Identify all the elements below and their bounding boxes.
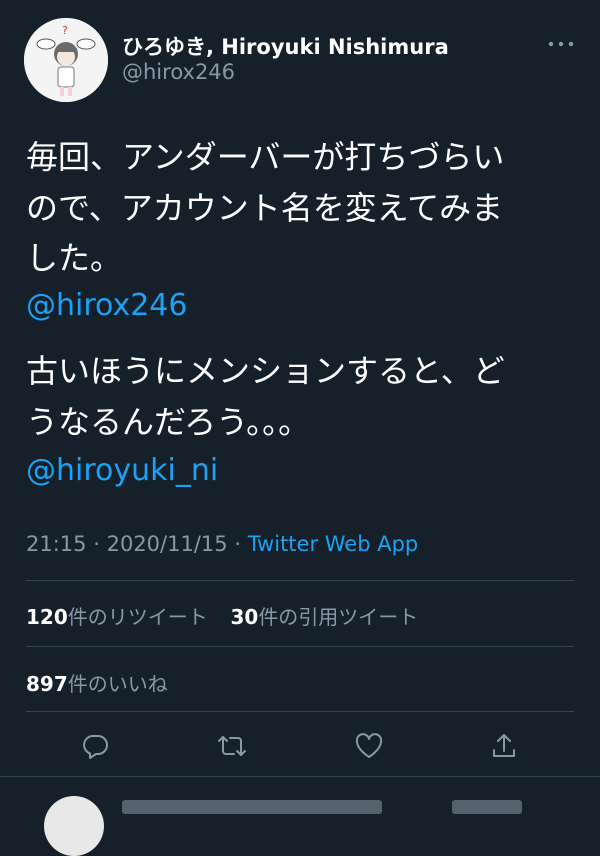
tweet-text-line-2: ので、アカウント名を変えてみま [26, 189, 504, 227]
retweets-count: 120 [26, 605, 68, 629]
mention-link-hiroyuki-ni[interactable]: @hiroyuki_ni [26, 453, 218, 488]
likes-count: 897 [26, 672, 68, 696]
divider [0, 776, 600, 777]
retweets-label: 件のリツイート [67, 605, 208, 629]
retweet-icon[interactable] [212, 726, 252, 766]
obscured-text [452, 800, 522, 814]
divider [26, 711, 574, 712]
tweet-detail: ? ひろゆき, Hiroyuki Nishimura @hirox246 毎回、… [0, 0, 600, 856]
meta-separator: · [93, 532, 100, 556]
divider [26, 646, 574, 647]
likes-label: 件のいいね [67, 672, 168, 696]
tweet-source-link[interactable]: Twitter Web App [248, 532, 419, 556]
retweets-stat[interactable]: 120件のリツイート [26, 605, 208, 629]
heart-icon[interactable] [349, 726, 389, 766]
obscured-text [122, 800, 382, 814]
reply-icon[interactable] [75, 726, 115, 766]
avatar-illustration: ? [24, 18, 108, 102]
tweet-text-line-4: 古いほうにメンションすると、ど [26, 352, 505, 390]
tweet-text-line-3: した。 [26, 239, 123, 277]
retweet-quote-stats: 120件のリツイート 30件の引用ツイート [26, 601, 418, 630]
next-tweet-preview[interactable] [0, 786, 600, 856]
user-handle[interactable]: @hirox246 [122, 60, 235, 84]
avatar[interactable]: ? [24, 18, 108, 102]
tweet-date: 2020/11/15 [106, 532, 228, 556]
tweet-time: 21:15 [26, 532, 87, 556]
tweet-text-line-5: うなるんだろう。。。 [26, 403, 311, 441]
quotes-count: 30 [230, 605, 259, 629]
tweet-action-bar [0, 726, 600, 770]
more-dots-icon[interactable] [546, 34, 576, 54]
svg-text:?: ? [62, 24, 68, 37]
mention-link-hirox246[interactable]: @hirox246 [26, 288, 187, 323]
tweet-text-line-1: 毎回、アンダーバーが打ちづらい [26, 138, 505, 176]
share-icon[interactable] [484, 726, 524, 766]
avatar [44, 796, 104, 856]
quotes-label: 件の引用ツイート [258, 605, 419, 629]
tweet-meta: 21:15 · 2020/11/15 · Twitter Web App [26, 532, 418, 556]
quotes-stat[interactable]: 30件の引用ツイート [230, 605, 418, 629]
display-name[interactable]: ひろゆき, Hiroyuki Nishimura [122, 31, 449, 61]
meta-separator: · [234, 532, 242, 556]
likes-stat[interactable]: 897件のいいね [26, 668, 168, 697]
divider [26, 580, 574, 581]
